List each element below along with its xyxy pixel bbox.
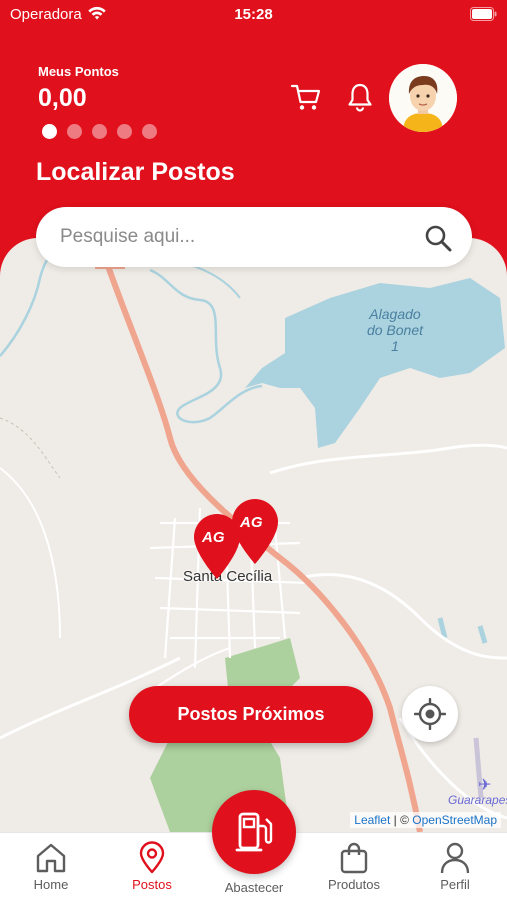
airport-label: Guararapes <box>448 793 507 807</box>
tab-label: Home <box>33 877 69 892</box>
search-icon[interactable] <box>424 224 452 252</box>
lake <box>245 278 505 448</box>
battery-icon <box>470 7 497 21</box>
nearby-stations-button[interactable]: Postos Próximos <box>129 686 373 743</box>
status-bar: Operadora 15:28 <box>0 0 507 30</box>
tab-produtos[interactable]: Produtos <box>316 833 392 900</box>
osm-link[interactable]: OpenStreetMap <box>412 813 497 827</box>
locate-me-button[interactable] <box>402 686 458 742</box>
shopping-bag-icon <box>340 842 368 874</box>
lake-label-line: do Bonet <box>366 322 424 338</box>
map-pin-icon <box>139 841 165 874</box>
tab-perfil[interactable]: Perfil <box>420 833 490 900</box>
lake-label-line: 1 <box>391 338 399 354</box>
status-time: 15:28 <box>234 6 273 23</box>
carousel-dot[interactable] <box>67 124 82 139</box>
carousel-dot[interactable] <box>142 124 157 139</box>
tab-label: Postos <box>132 877 172 892</box>
carousel-dot[interactable] <box>92 124 107 139</box>
refuel-label[interactable]: Abastecer <box>200 880 308 895</box>
cart-icon[interactable] <box>290 82 322 112</box>
bell-icon[interactable] <box>346 82 374 112</box>
user-icon <box>440 842 470 874</box>
fuel-pump-icon <box>235 812 273 852</box>
lake-label-line: Alagado <box>369 306 421 322</box>
avatar[interactable] <box>389 64 457 132</box>
lake-label: Alagado do Bonet 1 <box>360 306 430 354</box>
tab-label: Produtos <box>327 877 381 892</box>
station-logo: AG <box>240 514 263 531</box>
tab-postos[interactable]: Postos <box>117 833 187 900</box>
tab-home[interactable]: Home <box>16 833 86 900</box>
carousel-dots <box>42 124 157 139</box>
page-title: Localizar Postos <box>36 158 235 186</box>
leaflet-link[interactable]: Leaflet <box>354 813 390 827</box>
carousel-dot[interactable] <box>42 124 57 139</box>
carousel-dot[interactable] <box>117 124 132 139</box>
map-pin-icon <box>194 514 240 579</box>
search-bar[interactable] <box>36 207 472 267</box>
avatar-illustration <box>389 64 457 132</box>
station-marker[interactable]: AG <box>192 513 242 581</box>
airport-icon: ✈ <box>478 775 491 794</box>
refuel-button[interactable] <box>212 790 296 874</box>
points-value: 0,00 <box>38 84 87 112</box>
home-icon <box>36 843 66 873</box>
attribution-separator: | © <box>390 813 413 827</box>
station-logo: AG <box>202 529 225 546</box>
search-input[interactable] <box>60 221 400 253</box>
points-label: Meus Pontos <box>38 64 119 79</box>
crosshair-icon <box>414 698 446 730</box>
map-attribution: Leaflet | © OpenStreetMap <box>350 812 501 828</box>
tab-label: Perfil <box>440 877 470 892</box>
